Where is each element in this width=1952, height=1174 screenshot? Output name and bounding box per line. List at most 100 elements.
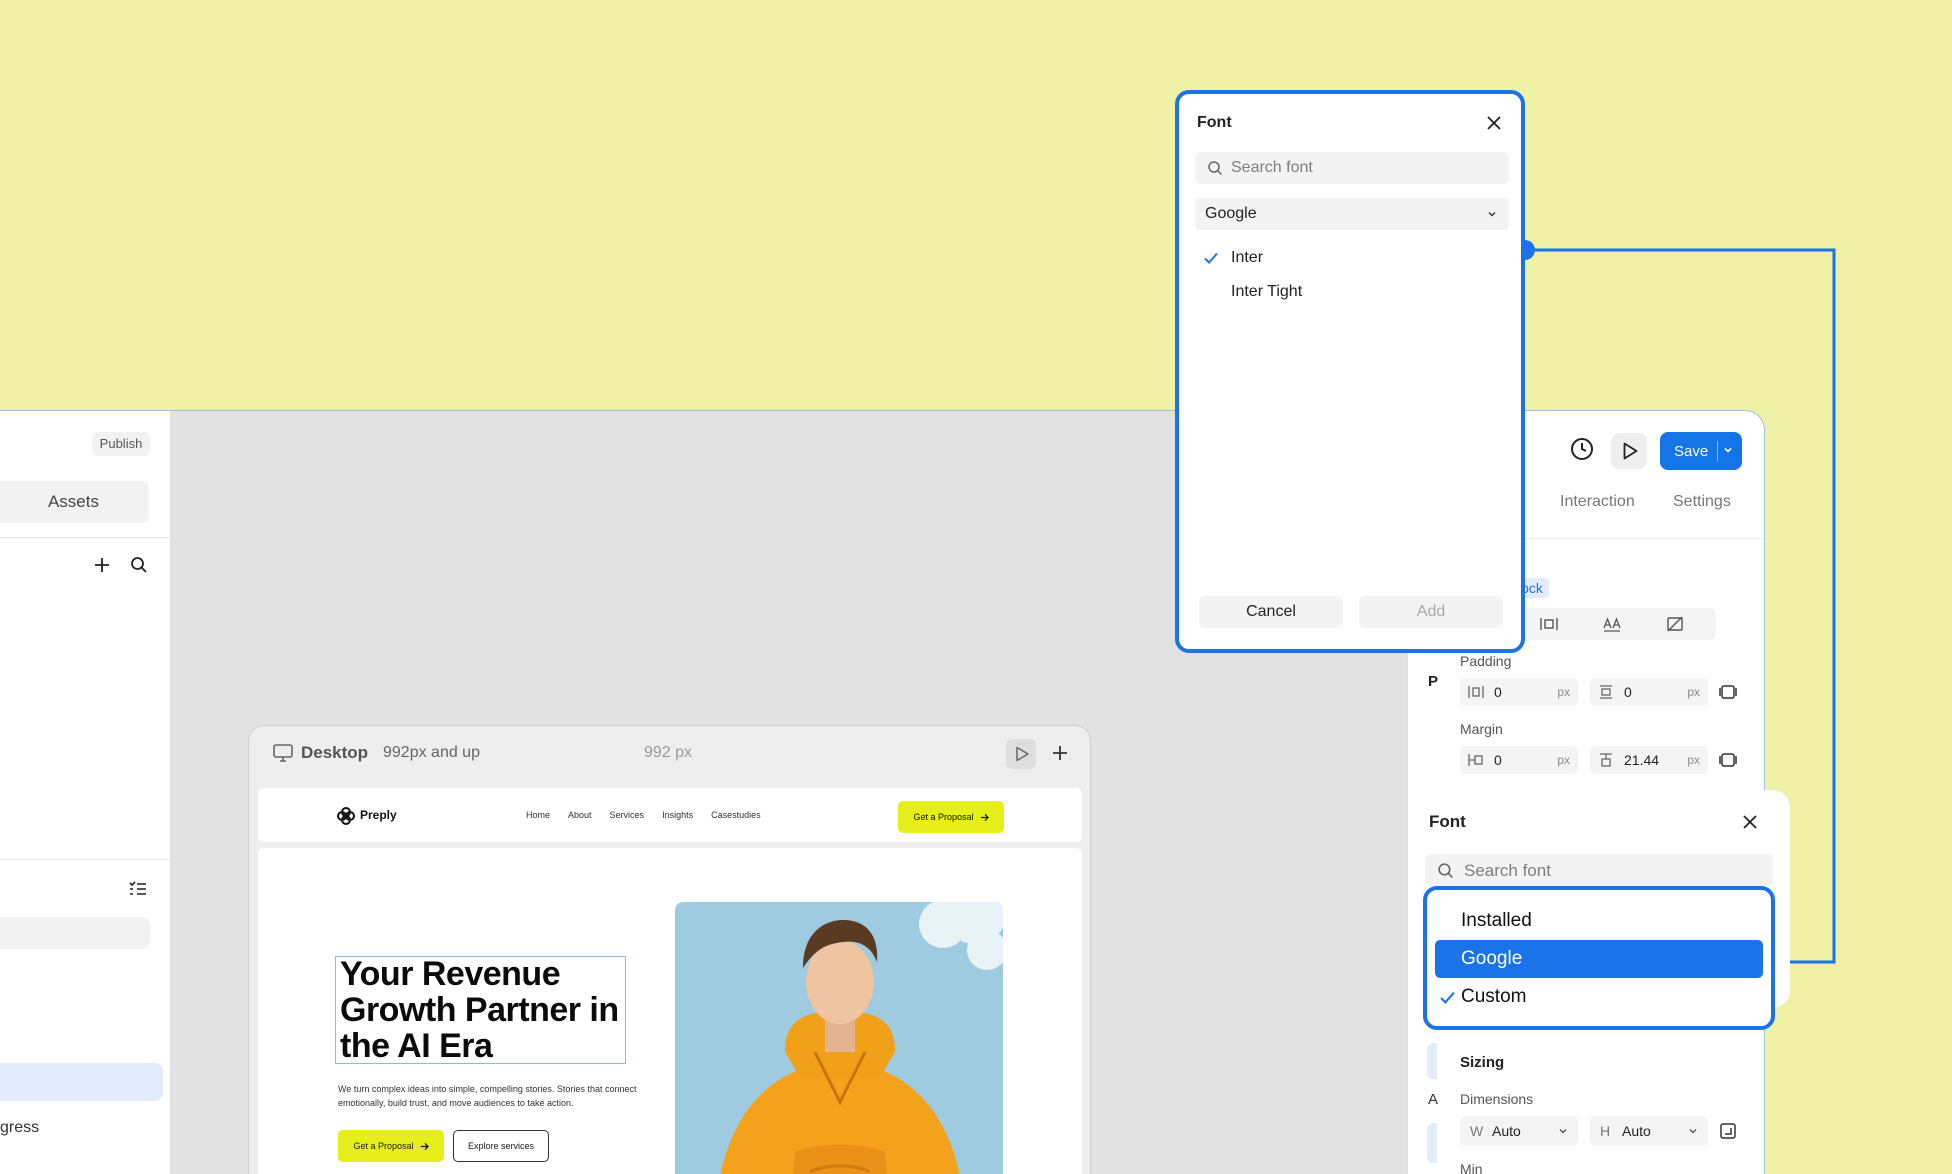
hero-primary-button[interactable]: Get a Proposal [338,1130,444,1162]
font-option-inter-tight[interactable]: Inter Tight [1195,277,1509,307]
chevron-down-icon[interactable] [1722,444,1734,456]
unit-label: px [1557,685,1570,699]
font-source-dropdown: Installed Google Custom [1423,886,1775,1030]
add-breakpoint-icon[interactable] [1049,742,1071,764]
padding-vertical-field[interactable]: 0 px [1590,678,1708,706]
tab-assets[interactable]: Assets [0,481,149,523]
hero-secondary-button[interactable]: Explore services [453,1130,549,1162]
layer-filter-field[interactable] [0,917,150,949]
width-value: Auto [1492,1123,1521,1139]
height-select[interactable]: H Auto [1590,1116,1708,1146]
width-select[interactable]: W Auto [1460,1116,1578,1146]
width-label: 992 px [644,744,693,761]
preview-button[interactable] [1611,433,1647,469]
search-icon[interactable] [129,555,149,575]
nav-link-casestudies[interactable]: Casestudies [711,810,761,820]
expand-padding-icon[interactable] [1719,683,1737,701]
brand-logo-icon [336,806,356,826]
margin-horizontal-field[interactable]: 0 px [1460,746,1578,774]
publish-button[interactable]: Publish [92,432,150,456]
site-navbar: Preply Home About Services Insights Case… [258,788,1082,842]
nav-link-home[interactable]: Home [526,810,550,820]
height-value: Auto [1622,1123,1651,1139]
font-source-option-custom[interactable]: Custom [1435,978,1763,1016]
divider [1717,441,1718,461]
left-panel: Publish Assets gress [0,411,171,1174]
padding-horizontal-icon [1468,686,1484,698]
unit-label: px [1687,753,1700,767]
margin-vertical-field[interactable]: 21.44 px [1590,746,1708,774]
arrow-right-icon [980,813,989,821]
padding-horizontal-value: 0 [1494,684,1502,700]
close-icon[interactable] [1741,813,1759,831]
list-check-icon[interactable] [128,879,148,899]
divider [0,859,171,860]
width-prefix: W [1470,1123,1484,1139]
site-nav-links: Home About Services Insights Casestudies [526,810,761,820]
nav-link-services[interactable]: Services [610,810,645,820]
font-search-input[interactable] [1231,152,1501,184]
add-button[interactable]: Add [1359,596,1503,628]
padding-vertical-icon [1600,685,1612,699]
popup-title: Font [1197,114,1232,131]
tab-settings[interactable]: Settings [1673,493,1731,511]
play-icon [1623,442,1638,460]
close-icon[interactable] [1485,114,1503,132]
padding-horizontal-field[interactable]: 0 px [1460,678,1578,706]
unit-label: px [1687,685,1700,699]
check-icon [1440,992,1455,1004]
text-case-icon[interactable] [1603,616,1621,632]
history-icon[interactable] [1568,435,1596,463]
font-picker-popup: Font Google Inter Inter Tight Cancel Add [1175,90,1525,653]
search-placeholder: Search font [1464,861,1551,880]
text-width-icon[interactable] [1540,616,1558,632]
cancel-button[interactable]: Cancel [1199,596,1343,628]
aspect-ratio-icon[interactable] [1719,1122,1737,1140]
expand-margin-icon[interactable] [1719,751,1737,769]
option-label: Custom [1461,986,1527,1007]
brand-name: Preply [360,808,397,822]
margin-horizontal-icon [1468,754,1483,766]
font-search-field[interactable]: Search font [1425,854,1773,886]
preview-play-button[interactable] [1006,739,1036,769]
monitor-icon [273,744,293,762]
site-hero-section: Your Revenue Growth Partner in the AI Er… [258,848,1082,1174]
min-label: Min [1460,1161,1483,1174]
selected-layer-row[interactable] [0,1063,163,1101]
save-label: Save [1674,443,1709,460]
nav-link-insights[interactable]: Insights [662,810,693,820]
section-marker [1427,1123,1437,1163]
save-button[interactable]: Save [1660,432,1742,470]
search-icon [1438,863,1453,878]
option-label: Google [1461,948,1523,969]
font-source-option-installed[interactable]: Installed [1435,902,1763,940]
nav-cta-label: Get a Proposal [913,812,974,822]
font-source-select[interactable]: Google [1195,198,1509,230]
unit-label: px [1557,753,1570,767]
divider [0,537,171,538]
font-option-label: Inter [1231,249,1264,266]
device-label: Desktop [301,743,369,762]
nav-cta-button[interactable]: Get a Proposal [898,801,1004,833]
hero-title[interactable]: Your Revenue Growth Partner in the AI Er… [340,956,640,1064]
hero-subtitle[interactable]: We turn complex ideas into simple, compe… [338,1082,638,1110]
plus-icon[interactable] [92,555,112,575]
no-decoration-icon[interactable] [1666,616,1684,632]
margin-label: Margin [1460,721,1503,737]
hero-primary-label: Get a Proposal [353,1141,414,1151]
nav-link-about[interactable]: About [568,810,592,820]
arrow-right-icon [420,1142,429,1150]
search-icon [1208,161,1223,176]
margin-vertical-value: 21.44 [1624,752,1660,768]
sizing-title: Sizing [1460,1054,1505,1071]
font-source-option-google[interactable]: Google [1435,940,1763,978]
layer-label[interactable]: gress [0,1119,39,1137]
section-letter-a: A [1428,1091,1439,1108]
font-option-inter[interactable]: Inter [1195,243,1509,273]
desktop-preview-frame: Desktop 992px and up 992 px Preply Home … [248,725,1091,1174]
tab-interaction[interactable]: Interaction [1560,493,1635,511]
padding-label: Padding [1460,653,1512,669]
hero-photo [675,902,1003,1174]
chevron-down-icon [1689,1129,1697,1134]
frame-header: Desktop 992px and up 992 px [249,726,1092,780]
